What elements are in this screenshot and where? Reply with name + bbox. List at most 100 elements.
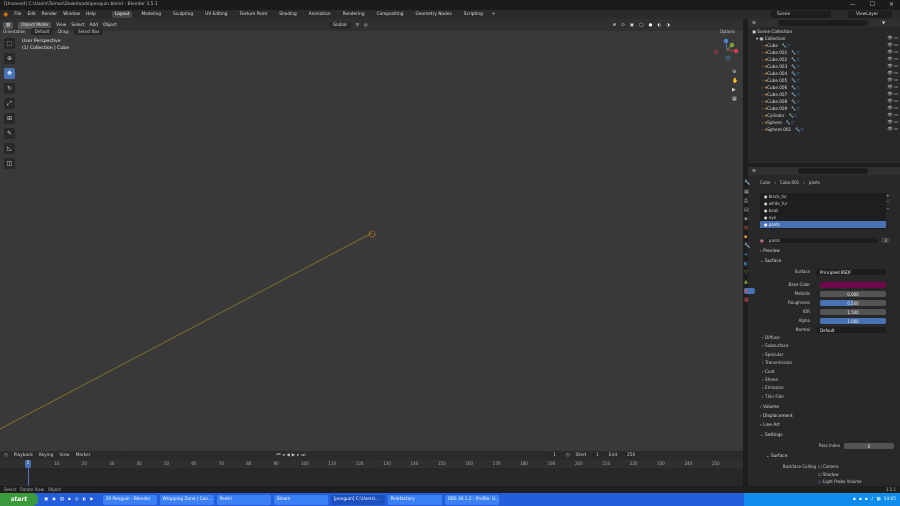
workspace-tab-compositing[interactable]: Compositing	[374, 11, 407, 18]
subsection-specular[interactable]: › Specular	[762, 352, 783, 357]
object-tab-icon[interactable]: ▪	[744, 234, 755, 240]
perspective-toggle-icon[interactable]: ▦	[732, 96, 738, 102]
select-box-tool-icon[interactable]: ⬚	[4, 38, 15, 49]
outliner-row-object[interactable]: › ▾ Cube.003 🔧▽	[748, 63, 894, 70]
workspace-tab-shading[interactable]: Shading	[276, 11, 299, 18]
modifier-icon[interactable]: 🔧▽	[791, 106, 799, 112]
taskbar-task[interactable]: Wrapping Zone | Coo...	[159, 494, 214, 505]
properties-editor-icon[interactable]: ☰	[752, 168, 756, 173]
workspace-tab-animation[interactable]: Animation	[306, 11, 334, 18]
tray-icon[interactable]: ▪	[859, 497, 862, 502]
constraints-tab-icon[interactable]: ▽	[744, 270, 755, 276]
minimize-button[interactable]: —	[850, 1, 856, 8]
outliner-row-object[interactable]: › ▾ Cube.006 🔧▽	[748, 84, 894, 91]
folder-icon[interactable]: ▤	[60, 497, 64, 502]
view-layer-selector[interactable]: ViewLayer	[848, 11, 892, 18]
transform-tool-icon[interactable]: ⊞	[4, 113, 15, 124]
pivot-select[interactable]: Default	[30, 27, 54, 35]
visibility-toggle-icon[interactable]: 👁 ▭	[887, 42, 898, 49]
workspace-tab-uv-editing[interactable]: UV Editing	[202, 11, 230, 18]
menu-window[interactable]: Window	[63, 12, 80, 17]
visibility-toggle-icon[interactable]: 👁 ▭	[887, 84, 898, 91]
menu-help[interactable]: Help	[86, 12, 96, 17]
filter-icon[interactable]: ▼	[882, 20, 885, 25]
shadow-checkbox[interactable]: ☐ Shadow	[818, 472, 839, 477]
pan-icon[interactable]: ✋	[732, 78, 738, 84]
material-slot-item[interactable]: ● white_fur	[760, 200, 886, 207]
material-slot-item[interactable]: ● eye	[760, 214, 886, 221]
outliner-search-input[interactable]	[778, 20, 868, 26]
annotate-tool-icon[interactable]: ✎	[4, 128, 15, 139]
properties-search-input[interactable]	[798, 168, 868, 174]
texture-tab-icon[interactable]: ▦	[744, 297, 755, 303]
roughness-slider[interactable]: 0.500	[820, 300, 886, 306]
visibility-toggle-icon[interactable]: 👁 ▭	[887, 112, 898, 119]
material-slot-item[interactable]: ● black_fur	[760, 193, 886, 200]
subsection-sheen[interactable]: › Sheen	[762, 377, 778, 382]
visibility-toggle-icon[interactable]: 👁 ▭	[887, 63, 898, 70]
outliner-row-object[interactable]: › ▾ Cube.007 🔧▽	[748, 91, 894, 98]
tray-icon[interactable]: ▪	[853, 497, 856, 502]
subsection-coat[interactable]: › Coat	[762, 369, 775, 374]
material-slot-item[interactable]: ● beak	[760, 207, 886, 214]
menu-marker[interactable]: Marker	[76, 453, 91, 458]
blender-taskbar-icon[interactable]: ◐	[83, 497, 87, 502]
material-users-count[interactable]: 3	[881, 237, 890, 243]
menu-file[interactable]: File	[14, 12, 21, 17]
browser-icon[interactable]: ◉	[52, 497, 56, 502]
outliner-row-object[interactable]: › ▾ Cube.005 🔧▽	[748, 77, 894, 84]
subsection-subsurface[interactable]: › Subsurface	[762, 343, 788, 348]
measure-tool-icon[interactable]: ◺	[4, 143, 15, 154]
modifier-icon[interactable]: 🔧▽	[782, 43, 790, 49]
start-frame-field[interactable]: 1	[592, 452, 603, 459]
timeline-area[interactable]: 0102030405060708090100110120130140150160…	[0, 460, 743, 486]
play-reverse-icon[interactable]: ◀	[286, 453, 289, 458]
maximize-button[interactable]: ☐	[870, 1, 875, 8]
workspace-tab-modeling[interactable]: Modeling	[138, 11, 164, 18]
taskbar-task[interactable]: Steam	[273, 494, 328, 505]
metallic-slider[interactable]: 0.000	[820, 291, 886, 297]
tool-tab-icon[interactable]: 🔧	[744, 180, 755, 186]
visibility-toggle-icon[interactable]: 👁 ▭	[887, 56, 898, 63]
light-probe-checkbox[interactable]: ☑ Light Probe Volume	[818, 479, 862, 484]
current-frame-field[interactable]: 1	[549, 452, 560, 459]
scene-tab-icon[interactable]: ◈	[744, 216, 755, 222]
subsection-transmission[interactable]: › Transmission	[762, 360, 792, 365]
camera-checkbox[interactable]: ☐ Camera	[818, 464, 839, 469]
subsection-emission[interactable]: › Emission	[762, 385, 784, 390]
visibility-toggle-icon[interactable]: 👁 ▭	[887, 119, 898, 126]
workspace-tab-rendering[interactable]: Rendering	[340, 11, 368, 18]
prev-key-icon[interactable]: ◂	[282, 453, 284, 458]
normal-select[interactable]: Default	[816, 327, 886, 333]
modifier-tab-icon[interactable]: 🔧	[744, 243, 755, 249]
outliner-row-object[interactable]: › ▾ Sphere.001 🔧▽	[748, 126, 894, 133]
outliner-row-object[interactable]: › ▾ Cube.002 🔧▽	[748, 56, 894, 63]
close-button[interactable]: ✕	[889, 1, 894, 8]
particles-tab-icon[interactable]: ✦	[744, 252, 755, 258]
visibility-toggle-icon[interactable]: 👁 ▭	[887, 91, 898, 98]
add-cube-tool-icon[interactable]: ◫	[4, 158, 15, 169]
workspace-tab-texture-paint[interactable]: Texture Paint	[237, 11, 271, 18]
material-name-field[interactable]: pants	[766, 237, 879, 243]
navigation-gizmo[interactable]	[712, 36, 742, 62]
visibility-toggle-icon[interactable]: 👁 ▭	[887, 98, 898, 105]
taskbar-task[interactable]: [penguin] C:\Users\...	[330, 494, 385, 505]
outliner-row-object[interactable]: › ▾ Cylinder 🔧▽	[748, 112, 894, 119]
visibility-toggle-icon[interactable]: 👁 ▭	[887, 35, 898, 42]
end-frame-field[interactable]: 250	[623, 452, 640, 459]
modifier-icon[interactable]: 🔧▽	[791, 85, 799, 91]
modifier-icon[interactable]: 🔧▽	[791, 78, 799, 84]
outliner-row-object[interactable]: › ▾ Cube.009 🔧▽	[748, 105, 894, 112]
surface-shader-select[interactable]: Principled BSDF	[816, 269, 886, 275]
outliner-row-object[interactable]: › ▾ Sphere 🔧▽	[748, 119, 894, 126]
outliner-row-collection[interactable]: ▾ ▣ Collection	[748, 35, 894, 42]
pass-index-field[interactable]: 0	[844, 443, 894, 449]
scene-selector[interactable]: Scene	[771, 11, 831, 18]
render-tab-icon[interactable]: ▦	[744, 189, 755, 195]
output-tab-icon[interactable]: ⎙	[744, 198, 755, 204]
modifier-icon[interactable]: 🔧▽	[795, 127, 803, 133]
options-button[interactable]: Options	[720, 29, 735, 34]
workspace-tab-scripting[interactable]: Scripting	[461, 11, 486, 18]
taskbar-task[interactable]: Pentri	[216, 494, 271, 505]
visibility-toggle-icon[interactable]: 👁 ▭	[887, 49, 898, 56]
